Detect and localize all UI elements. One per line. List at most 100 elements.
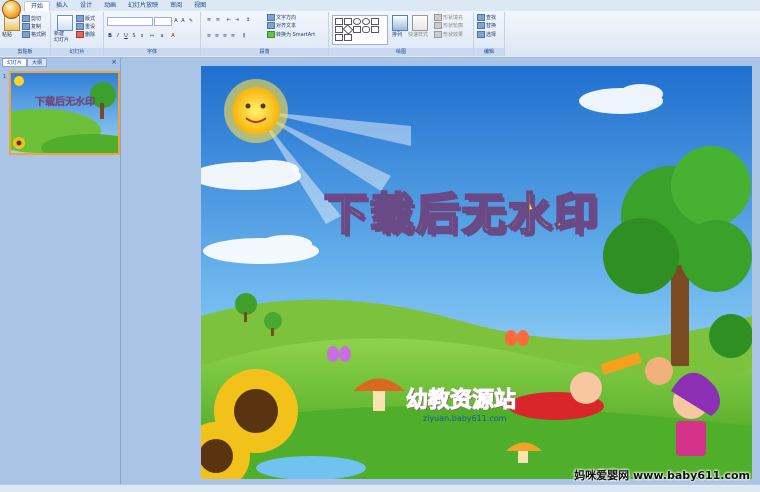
- shape-fill-label: 形状填充: [443, 15, 464, 21]
- arrange-icon[interactable]: [392, 15, 408, 31]
- find-label: 查找: [486, 15, 497, 21]
- font-name-select[interactable]: [107, 17, 153, 26]
- shape-bracket-icon[interactable]: [335, 34, 343, 41]
- shape-line-icon[interactable]: [371, 18, 379, 25]
- tab-design[interactable]: 设计: [74, 1, 98, 11]
- shrink-font-icon[interactable]: A: [180, 18, 186, 24]
- shape-star-icon[interactable]: [371, 26, 379, 33]
- tab-view[interactable]: 视图: [188, 1, 212, 11]
- font-size-select[interactable]: [154, 17, 172, 26]
- shadow-icon[interactable]: s: [139, 33, 145, 39]
- pen-icon: [434, 22, 442, 29]
- align-text-label: 对齐文本: [276, 23, 297, 29]
- tab-review[interactable]: 审阅: [164, 1, 188, 11]
- smartart-label: 转换为 SmartArt: [276, 32, 316, 38]
- decrease-indent-icon[interactable]: ⇤: [226, 17, 232, 23]
- tab-animations[interactable]: 动画: [98, 1, 122, 11]
- format-painter-button[interactable]: 格式刷: [22, 31, 46, 39]
- shape-oval-icon[interactable]: [362, 18, 370, 25]
- select-button[interactable]: 选择: [477, 31, 496, 39]
- paragraph-group: ≡ ≡ ⇤ ⇥ ↕ ≡ ≡ ≡ ≡ ⫼ 文字方向 对齐文本 转换为 SmartA…: [201, 12, 329, 56]
- slide-thumbnail[interactable]: 下载后无水印: [9, 71, 120, 155]
- cut-label: 剪切: [31, 16, 42, 22]
- delete-slide-button[interactable]: 删除: [76, 31, 95, 39]
- font-group: A A ✎ B I U S s ↔ a A 字体: [104, 12, 201, 56]
- clear-format-icon[interactable]: ✎: [188, 18, 194, 24]
- align-left-icon[interactable]: ≡: [206, 33, 212, 39]
- shapes-gallery[interactable]: [332, 15, 388, 45]
- slide-canvas[interactable]: 下载后无水印 幼教资源站 ziyuan.baby611.com: [201, 66, 752, 479]
- arrange-button[interactable]: 排列: [392, 32, 402, 39]
- font-group-label: 字体: [104, 48, 200, 56]
- quick-styles-button[interactable]: 快速样式: [408, 32, 428, 39]
- text-direction-icon: [267, 14, 275, 21]
- tab-slideshow[interactable]: 幻灯片放映: [122, 1, 164, 11]
- select-label: 选择: [486, 32, 497, 38]
- tab-outline[interactable]: 大纲: [27, 58, 48, 67]
- editing-group-label: 编辑: [474, 48, 504, 56]
- strikethrough-icon[interactable]: S: [131, 33, 137, 39]
- site-watermark: 妈咪爱婴网 www.baby611.com: [574, 469, 750, 482]
- align-text-icon: [267, 22, 275, 29]
- reset-label: 重设: [85, 24, 96, 30]
- editing-group: 查找 替换 选择 编辑: [474, 12, 505, 56]
- slide-title[interactable]: 下载后无水印: [201, 178, 722, 242]
- copy-button[interactable]: 复制: [22, 23, 41, 31]
- find-button[interactable]: 查找: [477, 14, 496, 22]
- bullets-icon[interactable]: ≡: [206, 17, 212, 23]
- slides-group: 新建 幻灯片 版式 重设 删除 幻灯片: [51, 12, 104, 56]
- smartart-button[interactable]: 转换为 SmartArt: [267, 31, 315, 39]
- line-spacing-icon[interactable]: ↕: [245, 17, 251, 23]
- replace-button[interactable]: 替换: [477, 22, 496, 30]
- effects-icon: [434, 31, 442, 38]
- italic-icon[interactable]: I: [115, 33, 121, 39]
- new-slide-button[interactable]: 新建 幻灯片: [54, 31, 69, 43]
- text-direction-button[interactable]: 文字方向: [267, 14, 296, 22]
- shape-rect-icon[interactable]: [335, 18, 343, 25]
- new-slide-icon[interactable]: [57, 15, 73, 31]
- underline-icon[interactable]: U: [123, 33, 129, 39]
- close-pane-icon[interactable]: ×: [111, 58, 117, 67]
- numbering-icon[interactable]: ≡: [215, 17, 221, 23]
- align-center-icon[interactable]: ≡: [214, 33, 220, 39]
- shape-line-icon[interactable]: [335, 26, 343, 33]
- scissors-icon: [22, 15, 30, 22]
- tab-slides[interactable]: 幻灯片: [2, 58, 28, 67]
- grow-font-icon[interactable]: A: [173, 18, 179, 24]
- quick-styles-icon[interactable]: [412, 15, 428, 31]
- shape-effects-button[interactable]: 形状效果: [434, 31, 463, 39]
- clipboard-group-label: 剪贴板: [0, 48, 50, 56]
- justify-icon[interactable]: ≡: [230, 33, 236, 39]
- logo-text: 幼教资源站: [405, 388, 517, 414]
- reset-button[interactable]: 重设: [76, 23, 95, 31]
- cut-button[interactable]: 剪切: [22, 15, 41, 23]
- font-color-icon[interactable]: A: [170, 33, 176, 39]
- thumbnail-image: [11, 73, 118, 153]
- shape-oval-icon[interactable]: [353, 18, 361, 25]
- tab-home[interactable]: 开始: [24, 1, 51, 11]
- shape-effects-label: 形状效果: [443, 32, 464, 38]
- paragraph-group-label: 段落: [201, 48, 328, 56]
- align-right-icon[interactable]: ≡: [222, 33, 228, 39]
- text-direction-label: 文字方向: [276, 15, 297, 21]
- layout-button[interactable]: 版式: [76, 15, 95, 23]
- drawing-group-label: 绘图: [329, 48, 473, 56]
- shape-brace-icon[interactable]: [344, 34, 352, 41]
- smartart-icon: [267, 31, 275, 38]
- columns-icon[interactable]: ⫼: [241, 33, 247, 39]
- office-button[interactable]: [2, 0, 21, 19]
- slides-group-label: 幻灯片: [51, 48, 103, 56]
- char-spacing-icon[interactable]: ↔: [149, 33, 155, 39]
- ribbon-tabs: 开始 插入 设计 动画 幻灯片放映 审阅 视图: [24, 1, 212, 11]
- align-text-button[interactable]: 对齐文本: [267, 22, 296, 30]
- replace-icon: [477, 22, 485, 29]
- increase-indent-icon[interactable]: ⇥: [234, 17, 240, 23]
- shape-rounded-icon[interactable]: [362, 26, 370, 33]
- change-case-icon[interactable]: a: [159, 33, 165, 39]
- shape-outline-button[interactable]: 形状轮廓: [434, 22, 463, 30]
- bold-icon[interactable]: B: [107, 33, 113, 39]
- shape-arrow-icon[interactable]: [353, 26, 361, 33]
- shape-fill-button[interactable]: 形状填充: [434, 14, 463, 22]
- paste-button[interactable]: 粘贴: [2, 32, 12, 39]
- tab-insert[interactable]: 插入: [50, 1, 74, 11]
